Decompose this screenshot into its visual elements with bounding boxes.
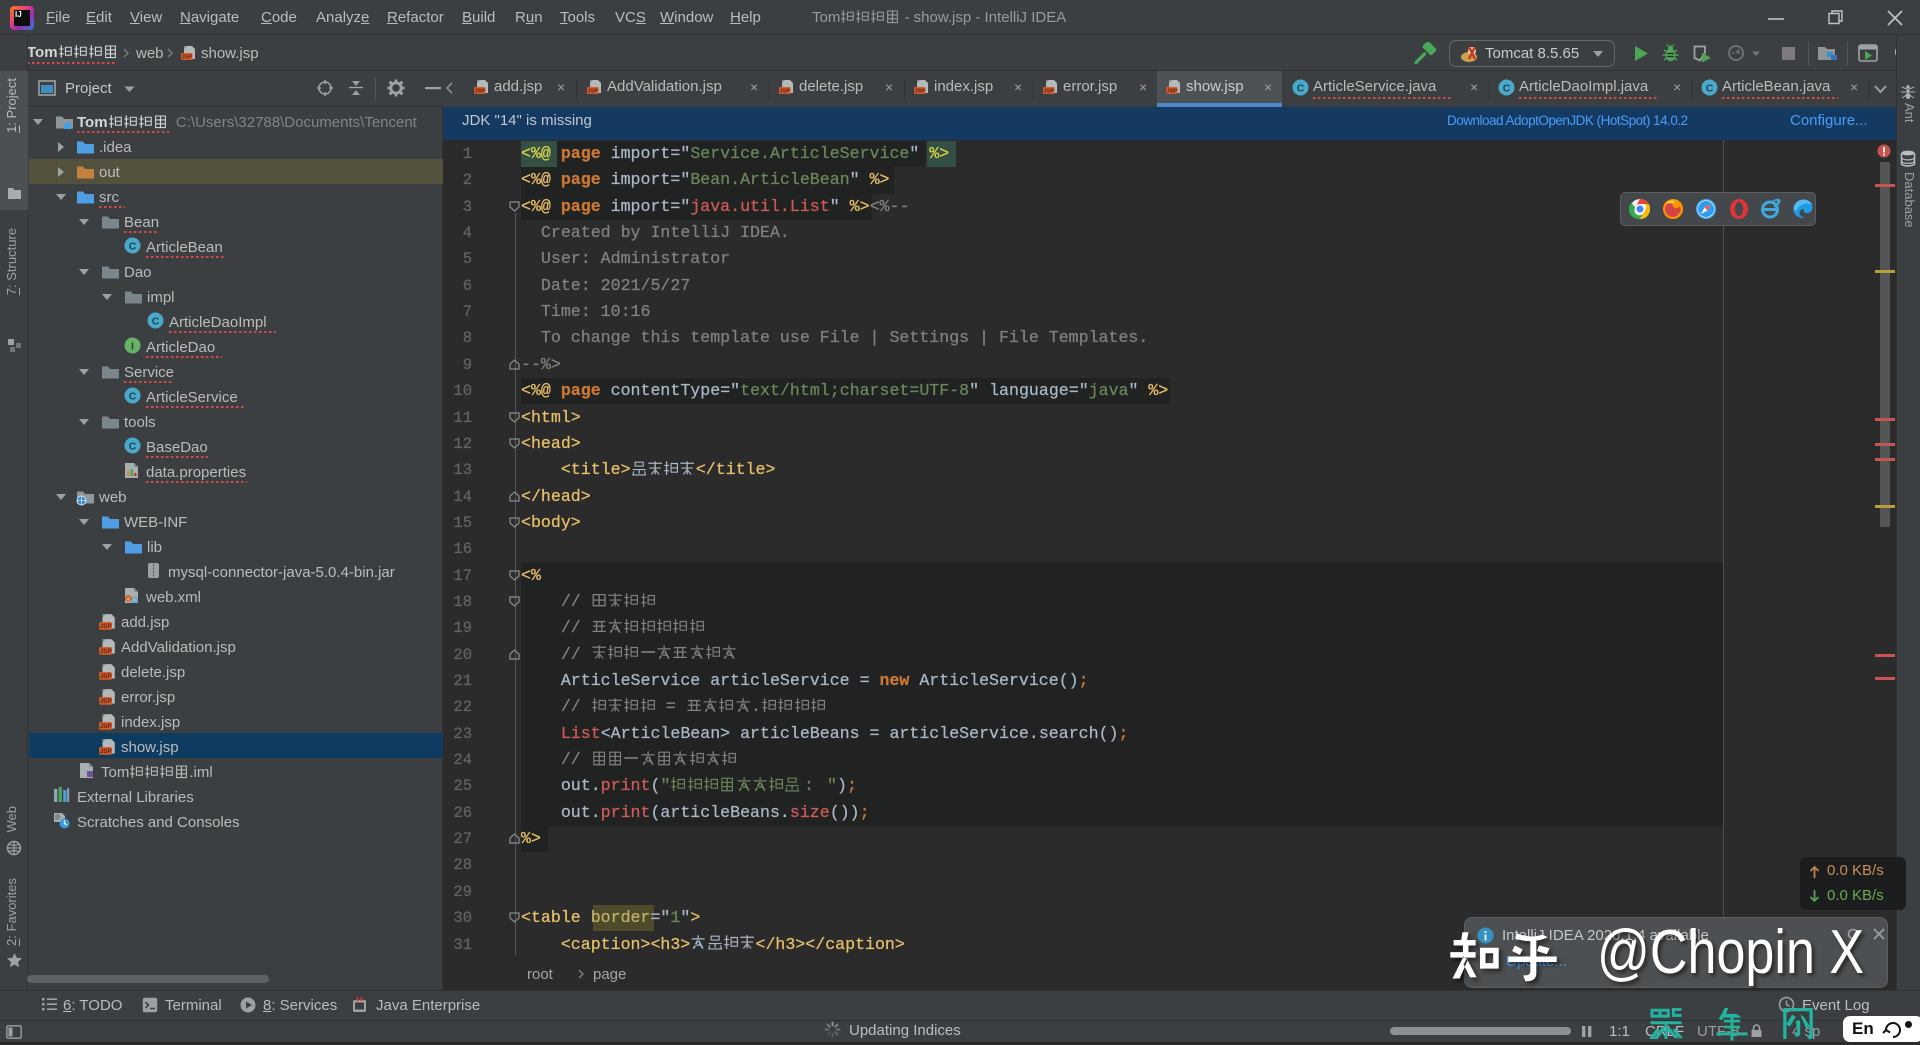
svg-text:JSP: JSP — [100, 748, 112, 755]
svg-text:C: C — [1297, 83, 1305, 95]
svg-text:JSP: JSP — [1044, 89, 1055, 95]
svg-text:<: < — [127, 597, 130, 603]
svg-text:C: C — [1706, 83, 1714, 95]
svg-text:JSP: JSP — [780, 89, 791, 95]
svg-text:JSP: JSP — [915, 89, 926, 95]
svg-text:JSP: JSP — [100, 723, 112, 730]
svg-text:JSP: JSP — [100, 623, 112, 630]
svg-text:JSP: JSP — [588, 89, 599, 95]
svg-text:C: C — [1503, 83, 1511, 95]
svg-text:JSP: JSP — [182, 55, 193, 61]
svg-text:JSP: JSP — [1167, 89, 1178, 95]
svg-text:JSP: JSP — [100, 673, 112, 680]
svg-text:JSP: JSP — [475, 89, 486, 95]
svg-text:JSP: JSP — [100, 648, 112, 655]
svg-text:I: I — [131, 341, 134, 353]
svg-text:C: C — [129, 391, 137, 403]
svg-text:C: C — [152, 316, 160, 328]
svg-text:C: C — [129, 441, 137, 453]
svg-text:C: C — [129, 241, 137, 253]
svg-text:JSP: JSP — [100, 698, 112, 705]
